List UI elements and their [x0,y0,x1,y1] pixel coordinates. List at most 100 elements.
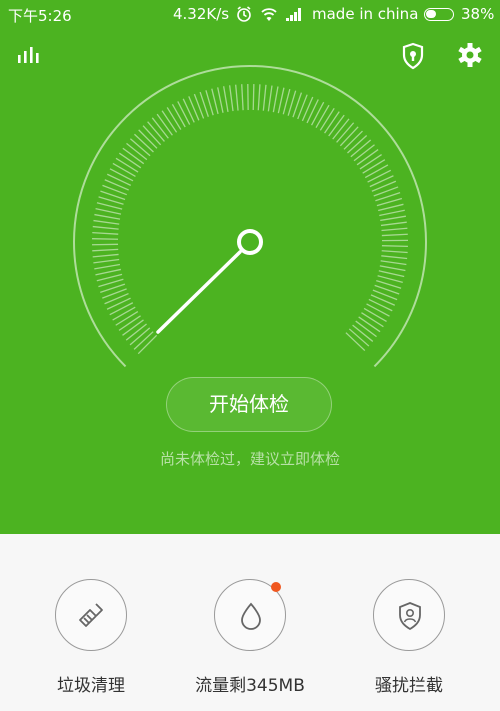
stats-button[interactable] [15,43,45,73]
gauge-tick [126,142,148,161]
gauge-tick [115,157,139,173]
gauge-tick [262,84,267,111]
data-usage-tool[interactable]: 流量剩345MB [180,579,320,696]
gauge-tick [367,169,392,183]
gauge-tick [112,162,136,177]
gauge-tick [361,312,384,328]
gauge-tick [272,86,279,113]
gauge-tick [96,202,123,210]
gauge-tick [315,104,330,129]
gauge-tick [381,245,408,248]
gear-icon [458,43,482,67]
gauge-tick [348,328,370,347]
gauge-tick [369,175,394,188]
gauge-tick [381,255,408,260]
alarm-icon [237,6,251,22]
gauge-tick [381,250,408,254]
start-checkup-button[interactable]: 开始体检 [166,377,332,432]
gauge-tick [166,107,182,130]
gauge-tick [92,248,119,252]
gauge-outer-arc [73,65,427,368]
gauge-tick [241,84,244,111]
gauge-tick [345,332,366,352]
status-battery-percent: 38% [461,5,495,23]
status-bar: 下午5:26 4.32K/s made in china 38% [0,0,500,30]
gauge-tick [109,168,134,182]
gauge-tick [235,84,239,111]
notification-badge [271,582,281,592]
gauge-tick [147,121,165,142]
gauge-tick [332,118,350,140]
status-network-speed: 4.32K/s [173,5,230,23]
gauge-tick [378,203,404,212]
tools-panel: 垃圾清理 流量剩345MB 骚扰拦截 [0,534,500,711]
score-gauge [60,56,440,376]
junk-clean-circle [55,579,127,651]
gauge-tick [223,86,229,112]
gauge-tick [92,231,119,235]
gauge-tick [106,297,131,310]
gauge-tick [282,88,291,115]
status-carrier: made in china [312,5,419,23]
gauge-tick [122,147,145,165]
gauge-tick [112,306,136,321]
gauge-tick [366,303,390,317]
gauge-tick [93,258,120,264]
battery-fill [426,10,436,18]
gauge-tick [336,122,355,143]
gauge-tick [96,273,123,282]
gauge-tick [347,134,368,154]
gauge-tick [381,227,408,232]
gauge-hub [237,229,263,255]
gauge-tick [122,319,144,336]
harassment-block-tool[interactable]: 骚扰拦截 [339,579,479,696]
gauge-tick [355,320,377,338]
data-usage-label: 流量剩345MB [195,676,305,696]
gauge-ticks [92,84,408,355]
gauge-tick [252,84,255,111]
shield-user-icon [399,602,421,631]
status-icons [236,5,308,27]
broom-icon [79,603,103,627]
gauge-tick [125,323,147,341]
gauge-tick [359,154,382,170]
gauge-tick [133,331,154,350]
gauge-tick [92,238,119,240]
gauge-tick [380,215,406,222]
gauge-tick [277,87,285,114]
gauge-tick [142,125,162,146]
gauge-tick [362,159,386,174]
gauge-tick [95,207,122,215]
gauge-tick [109,302,134,316]
junk-clean-tool[interactable]: 垃圾清理 [21,579,161,696]
harassment-block-circle [373,579,445,651]
signal-icon [286,8,301,21]
gauge-tick [94,213,121,220]
status-time: 下午5:26 [8,7,72,25]
gauge-tick [343,130,363,150]
gauge-tick [137,334,158,355]
gauge-tick [381,233,408,237]
gauge-tick [364,164,389,179]
gauge-tick [188,96,200,121]
checkup-hint: 尚未体检过，建议立即体检 [159,450,340,468]
gauge-tick [301,96,314,122]
settings-button[interactable] [456,41,486,71]
gauge-tick [171,104,186,128]
gauge-tick [118,315,141,331]
gauge-tick [380,221,407,227]
gauge-tick [134,133,154,153]
gauge-tick [368,298,393,312]
gauge-tick [92,253,119,258]
gauge-tick [106,173,132,186]
battery-icon [424,8,454,21]
gauge-tick [93,219,120,225]
gauge-tick [182,98,195,123]
gauge-tick [138,129,158,149]
gauge-tick [267,85,273,112]
gauge-tick [229,85,234,112]
gauge-tick [95,268,122,276]
gauge-tick [156,113,173,136]
gauge-tick [319,107,335,131]
gauge-tick [379,265,406,272]
